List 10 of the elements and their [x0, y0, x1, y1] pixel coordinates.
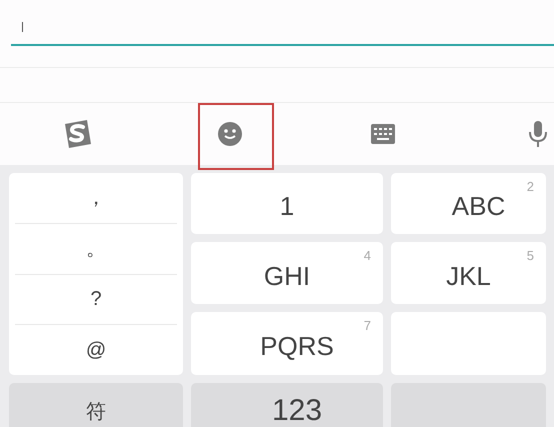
symbol-key[interactable]: ，: [15, 173, 177, 224]
keyboard-icon[interactable]: [370, 124, 394, 144]
symbol-key[interactable]: ?: [15, 274, 177, 326]
key[interactable]: 123: [191, 383, 383, 427]
microphone-icon[interactable]: [528, 121, 548, 147]
symbol-key[interactable]: 。: [15, 224, 177, 274]
symbol-key[interactable]: @: [15, 325, 177, 375]
key[interactable]: 符: [9, 383, 183, 427]
smiley-icon[interactable]: [216, 121, 242, 147]
key[interactable]: 1: [191, 173, 383, 234]
